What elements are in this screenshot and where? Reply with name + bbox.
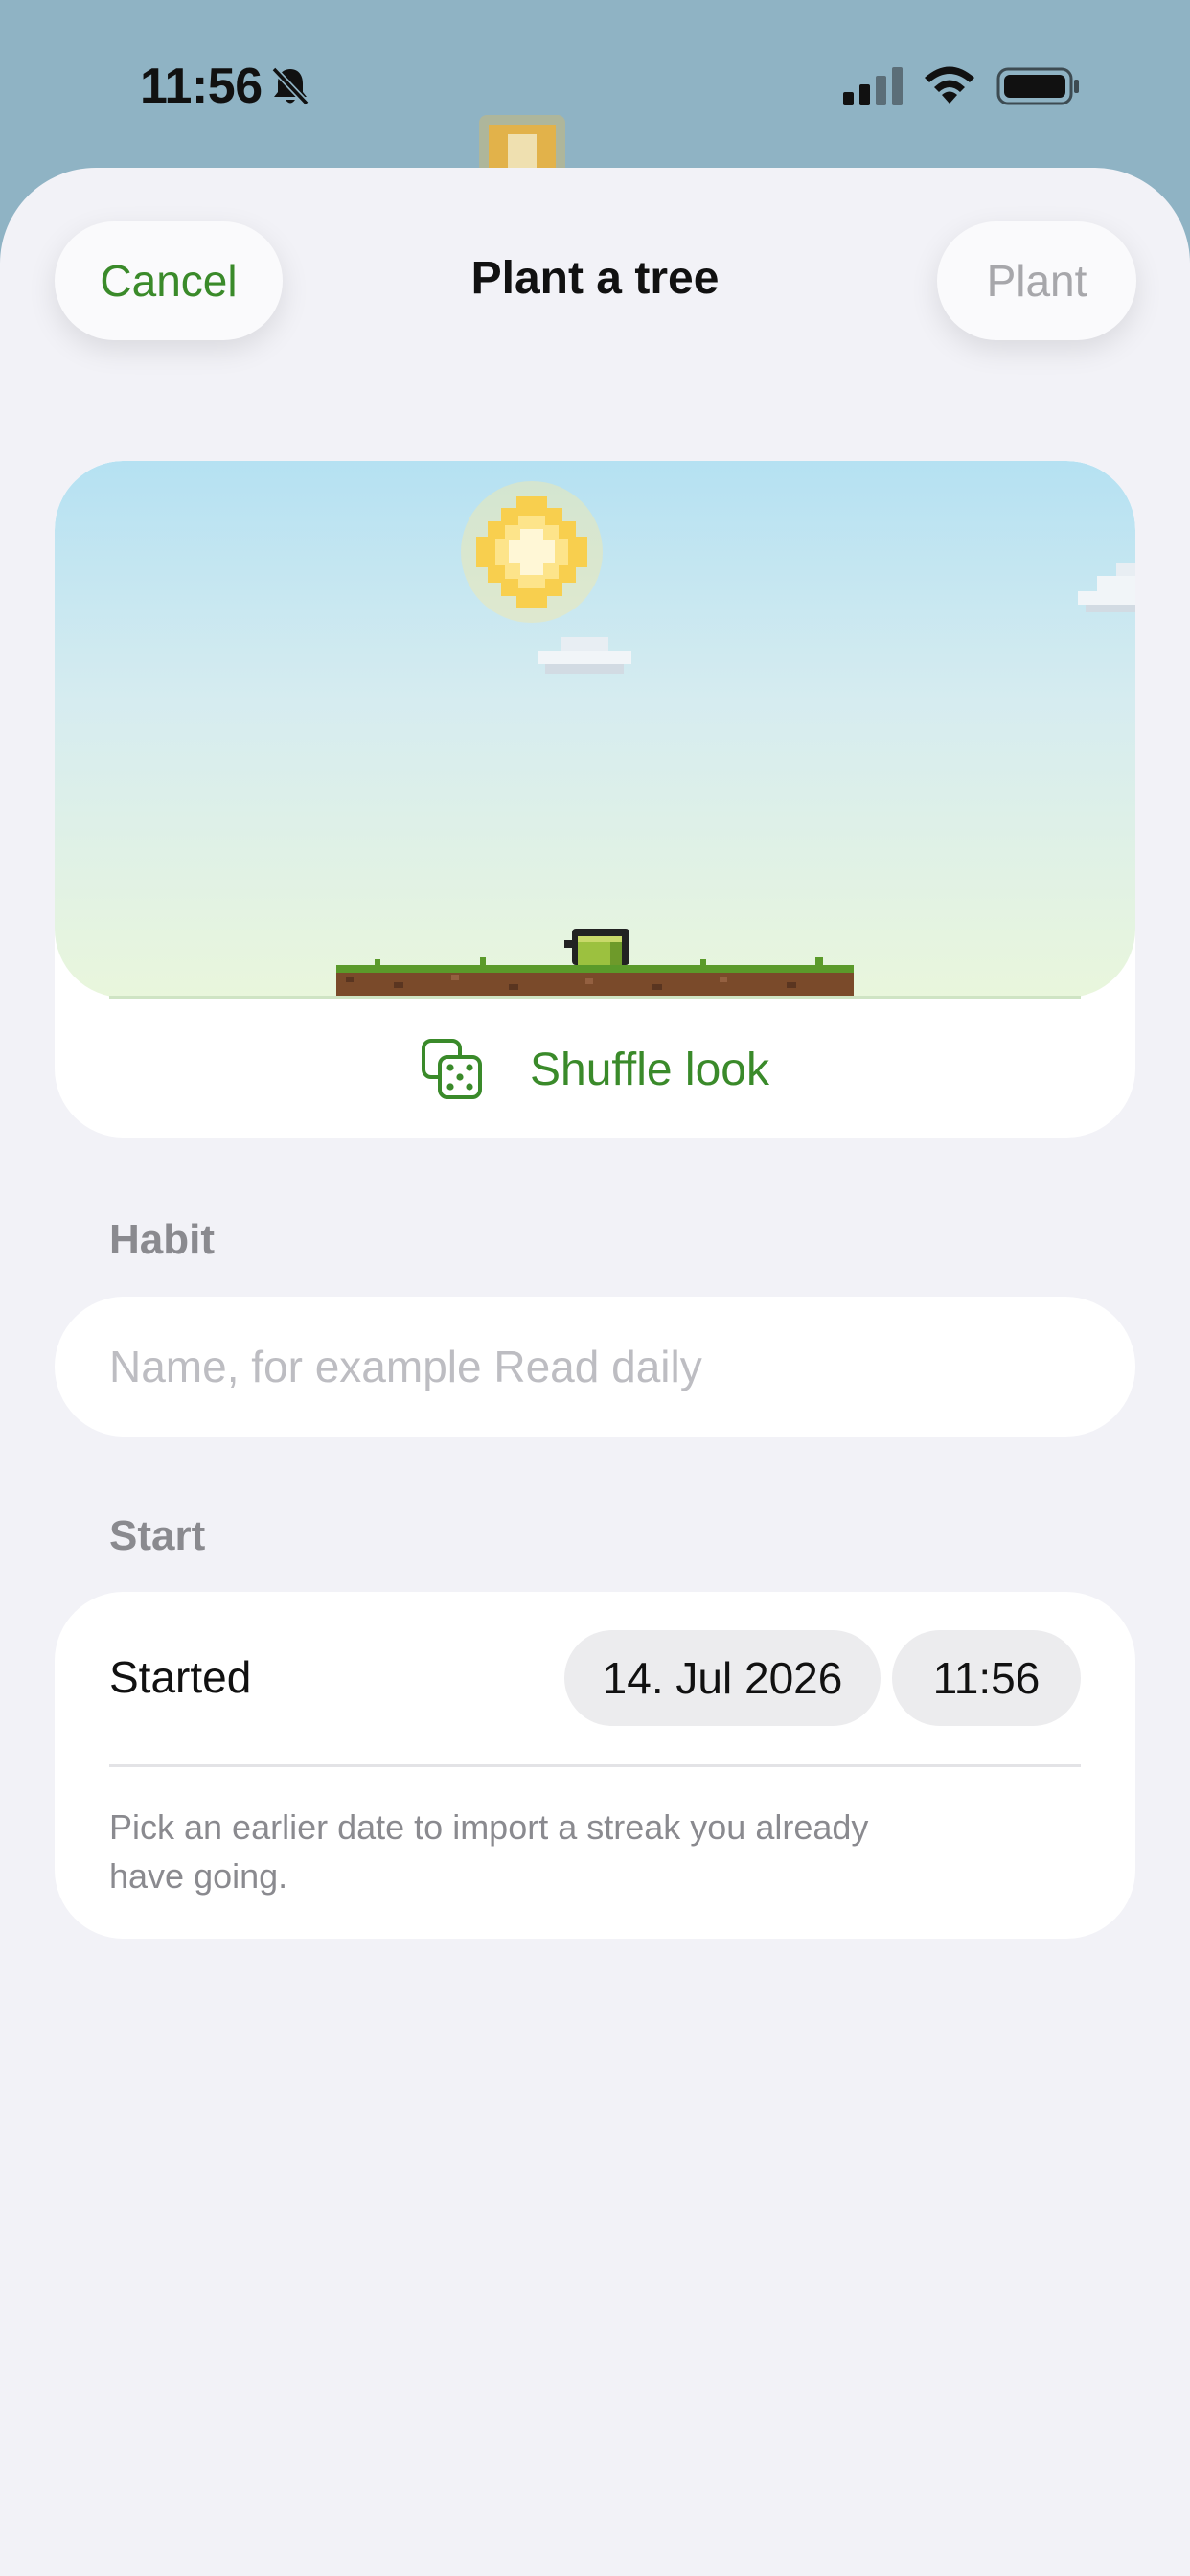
start-time-picker[interactable]: 11:56 [892,1630,1081,1726]
shuffle-look-button[interactable]: Shuffle look [55,1017,1135,1122]
tree-preview-card: Shuffle look [55,461,1135,1138]
habit-section-label: Habit [109,1216,215,1263]
battery-icon [996,67,1079,105]
sun-icon [461,481,603,623]
tree-preview-scene [55,461,1135,998]
dice-icon [422,1039,483,1099]
start-section-label: Start [109,1512,206,1559]
divider [109,1764,1081,1767]
plant-button[interactable]: Plant [937,221,1136,340]
status-bar: 11:56 [0,0,1190,182]
horizon-line [109,996,1081,999]
habit-name-input[interactable] [55,1297,1135,1437]
plant-tree-sheet: Cancel Plant a tree Plant Shuffle look H… [0,168,1190,2576]
start-date-picker[interactable]: 14. Jul 2026 [564,1630,881,1726]
started-label: Started [109,1652,252,1702]
start-card: Started 14. Jul 2026 11:56 Pick an earli… [55,1592,1135,1939]
screen: 11:56 Cancel Plant a tree Plant Shuffle … [0,0,1190,2576]
shuffle-look-label: Shuffle look [530,1044,769,1095]
cellular-signal-icon [843,67,903,105]
wifi-icon [925,66,974,104]
cloud-icon [538,637,631,674]
status-time: 11:56 [140,58,263,114]
bell-slash-icon [271,66,309,106]
cloud-icon [1078,563,1135,612]
start-hint-text: Pick an earlier date to import a streak … [109,1807,869,1896]
seedling-ground-icon [336,929,854,998]
